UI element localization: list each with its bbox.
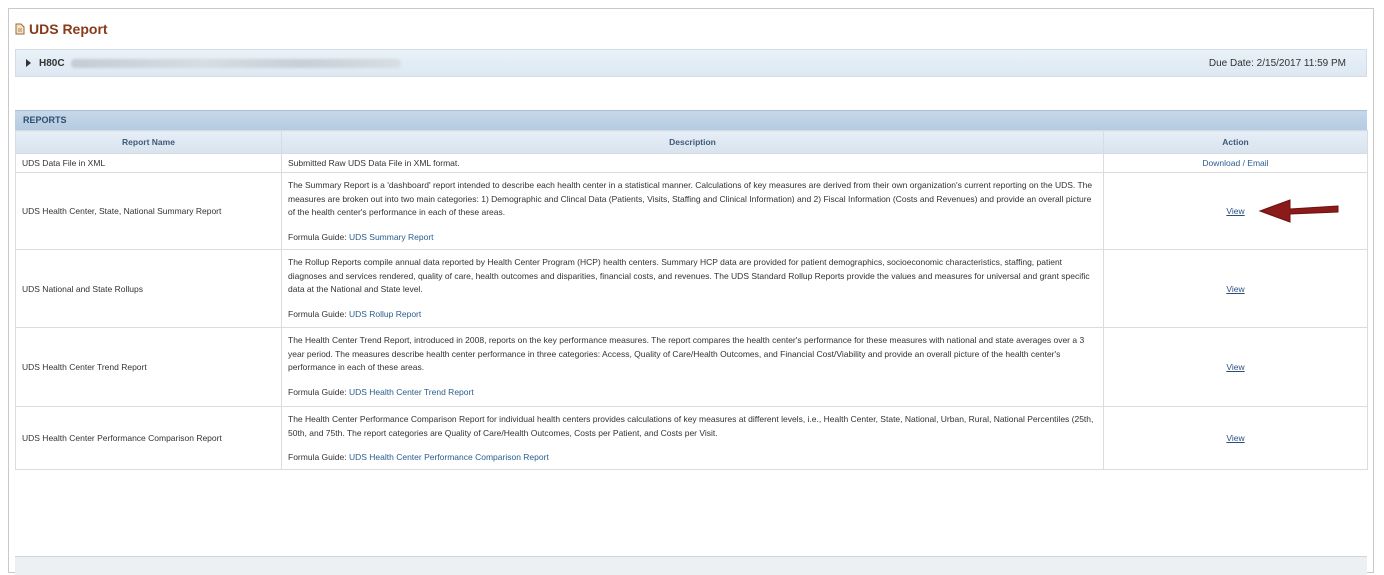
report-name: UDS Health Center Performance Comparison… <box>15 406 282 470</box>
report-panel: UDS Report H80C Due Date: 2/15/2017 11:5… <box>8 8 1374 575</box>
formula-guide-link[interactable]: UDS Health Center Trend Report <box>349 387 474 397</box>
report-description: The Health Center Performance Comparison… <box>288 414 1094 438</box>
table-header-row: Report Name Description Action <box>15 130 1368 154</box>
reports-table: Report Name Description Action UDS Data … <box>15 130 1368 470</box>
column-header-action: Action <box>1103 130 1368 154</box>
due-date: Due Date: 2/15/2017 11:59 PM <box>1208 57 1346 69</box>
formula-guide-label: Formula Guide: <box>288 386 347 397</box>
column-header-description: Description <box>281 130 1104 154</box>
page-header: UDS Report <box>15 19 108 39</box>
action-cell: View <box>1103 327 1368 407</box>
formula-guide-label: Formula Guide: <box>288 452 347 462</box>
action-cell: View <box>1103 406 1368 470</box>
organization-code: H80C <box>39 57 65 69</box>
reports-section-header: REPORTS <box>15 110 1367 130</box>
organization-bar[interactable]: H80C Due Date: 2/15/2017 11:59 PM <box>15 49 1367 77</box>
report-name: UDS National and State Rollups <box>15 249 282 328</box>
formula-guide: Formula Guide: UDS Health Center Perform… <box>288 451 1097 465</box>
action-cell: Download / Email <box>1103 153 1368 173</box>
view-link[interactable]: View <box>1226 362 1244 372</box>
red-arrow-icon <box>1258 197 1342 230</box>
formula-guide: Formula Guide: UDS Summary Report <box>288 231 1097 245</box>
page-title: UDS Report <box>29 21 108 37</box>
formula-guide-label: Formula Guide: <box>288 308 347 319</box>
table-row: UDS Health Center Trend Report The Healt… <box>15 327 1368 407</box>
action-cell: View <box>1103 249 1368 328</box>
table-row: UDS Health Center Performance Comparison… <box>15 406 1368 470</box>
report-description: The Health Center Trend Report, introduc… <box>288 335 1085 372</box>
table-row: UDS Data File in XML Submitted Raw UDS D… <box>15 153 1368 173</box>
description-cell: The Rollup Reports compile annual data r… <box>281 249 1104 328</box>
panel-footer <box>15 556 1367 575</box>
formula-guide: Formula Guide: UDS Health Center Trend R… <box>288 386 1097 400</box>
report-name: UDS Health Center, State, National Summa… <box>15 172 282 250</box>
description-cell: The Health Center Trend Report, introduc… <box>281 327 1104 407</box>
table-row: UDS National and State Rollups The Rollu… <box>15 249 1368 328</box>
view-link[interactable]: View <box>1226 206 1244 216</box>
view-link[interactable]: View <box>1226 284 1244 294</box>
document-icon <box>15 23 25 35</box>
report-description: The Rollup Reports compile annual data r… <box>288 257 1090 294</box>
report-description: The Summary Report is a 'dashboard' repo… <box>288 180 1093 217</box>
column-header-report-name: Report Name <box>15 130 282 154</box>
report-name: UDS Health Center Trend Report <box>15 327 282 407</box>
formula-guide-link[interactable]: UDS Rollup Report <box>349 309 421 319</box>
description-cell: The Health Center Performance Comparison… <box>281 406 1104 470</box>
formula-guide-link[interactable]: UDS Health Center Performance Comparison… <box>349 452 549 462</box>
view-link[interactable]: View <box>1226 433 1244 443</box>
formula-guide-label: Formula Guide: <box>288 231 347 242</box>
table-row: UDS Health Center, State, National Summa… <box>15 172 1368 250</box>
expand-triangle-icon[interactable] <box>26 59 31 67</box>
download-email-link[interactable]: Download / Email <box>1202 158 1268 168</box>
description-cell: The Summary Report is a 'dashboard' repo… <box>281 172 1104 250</box>
formula-guide: Formula Guide: UDS Rollup Report <box>288 308 1097 322</box>
redacted-organization-name <box>70 58 401 68</box>
formula-guide-link[interactable]: UDS Summary Report <box>349 232 434 242</box>
report-name: UDS Data File in XML <box>15 153 282 173</box>
report-description: Submitted Raw UDS Data File in XML forma… <box>281 153 1104 173</box>
